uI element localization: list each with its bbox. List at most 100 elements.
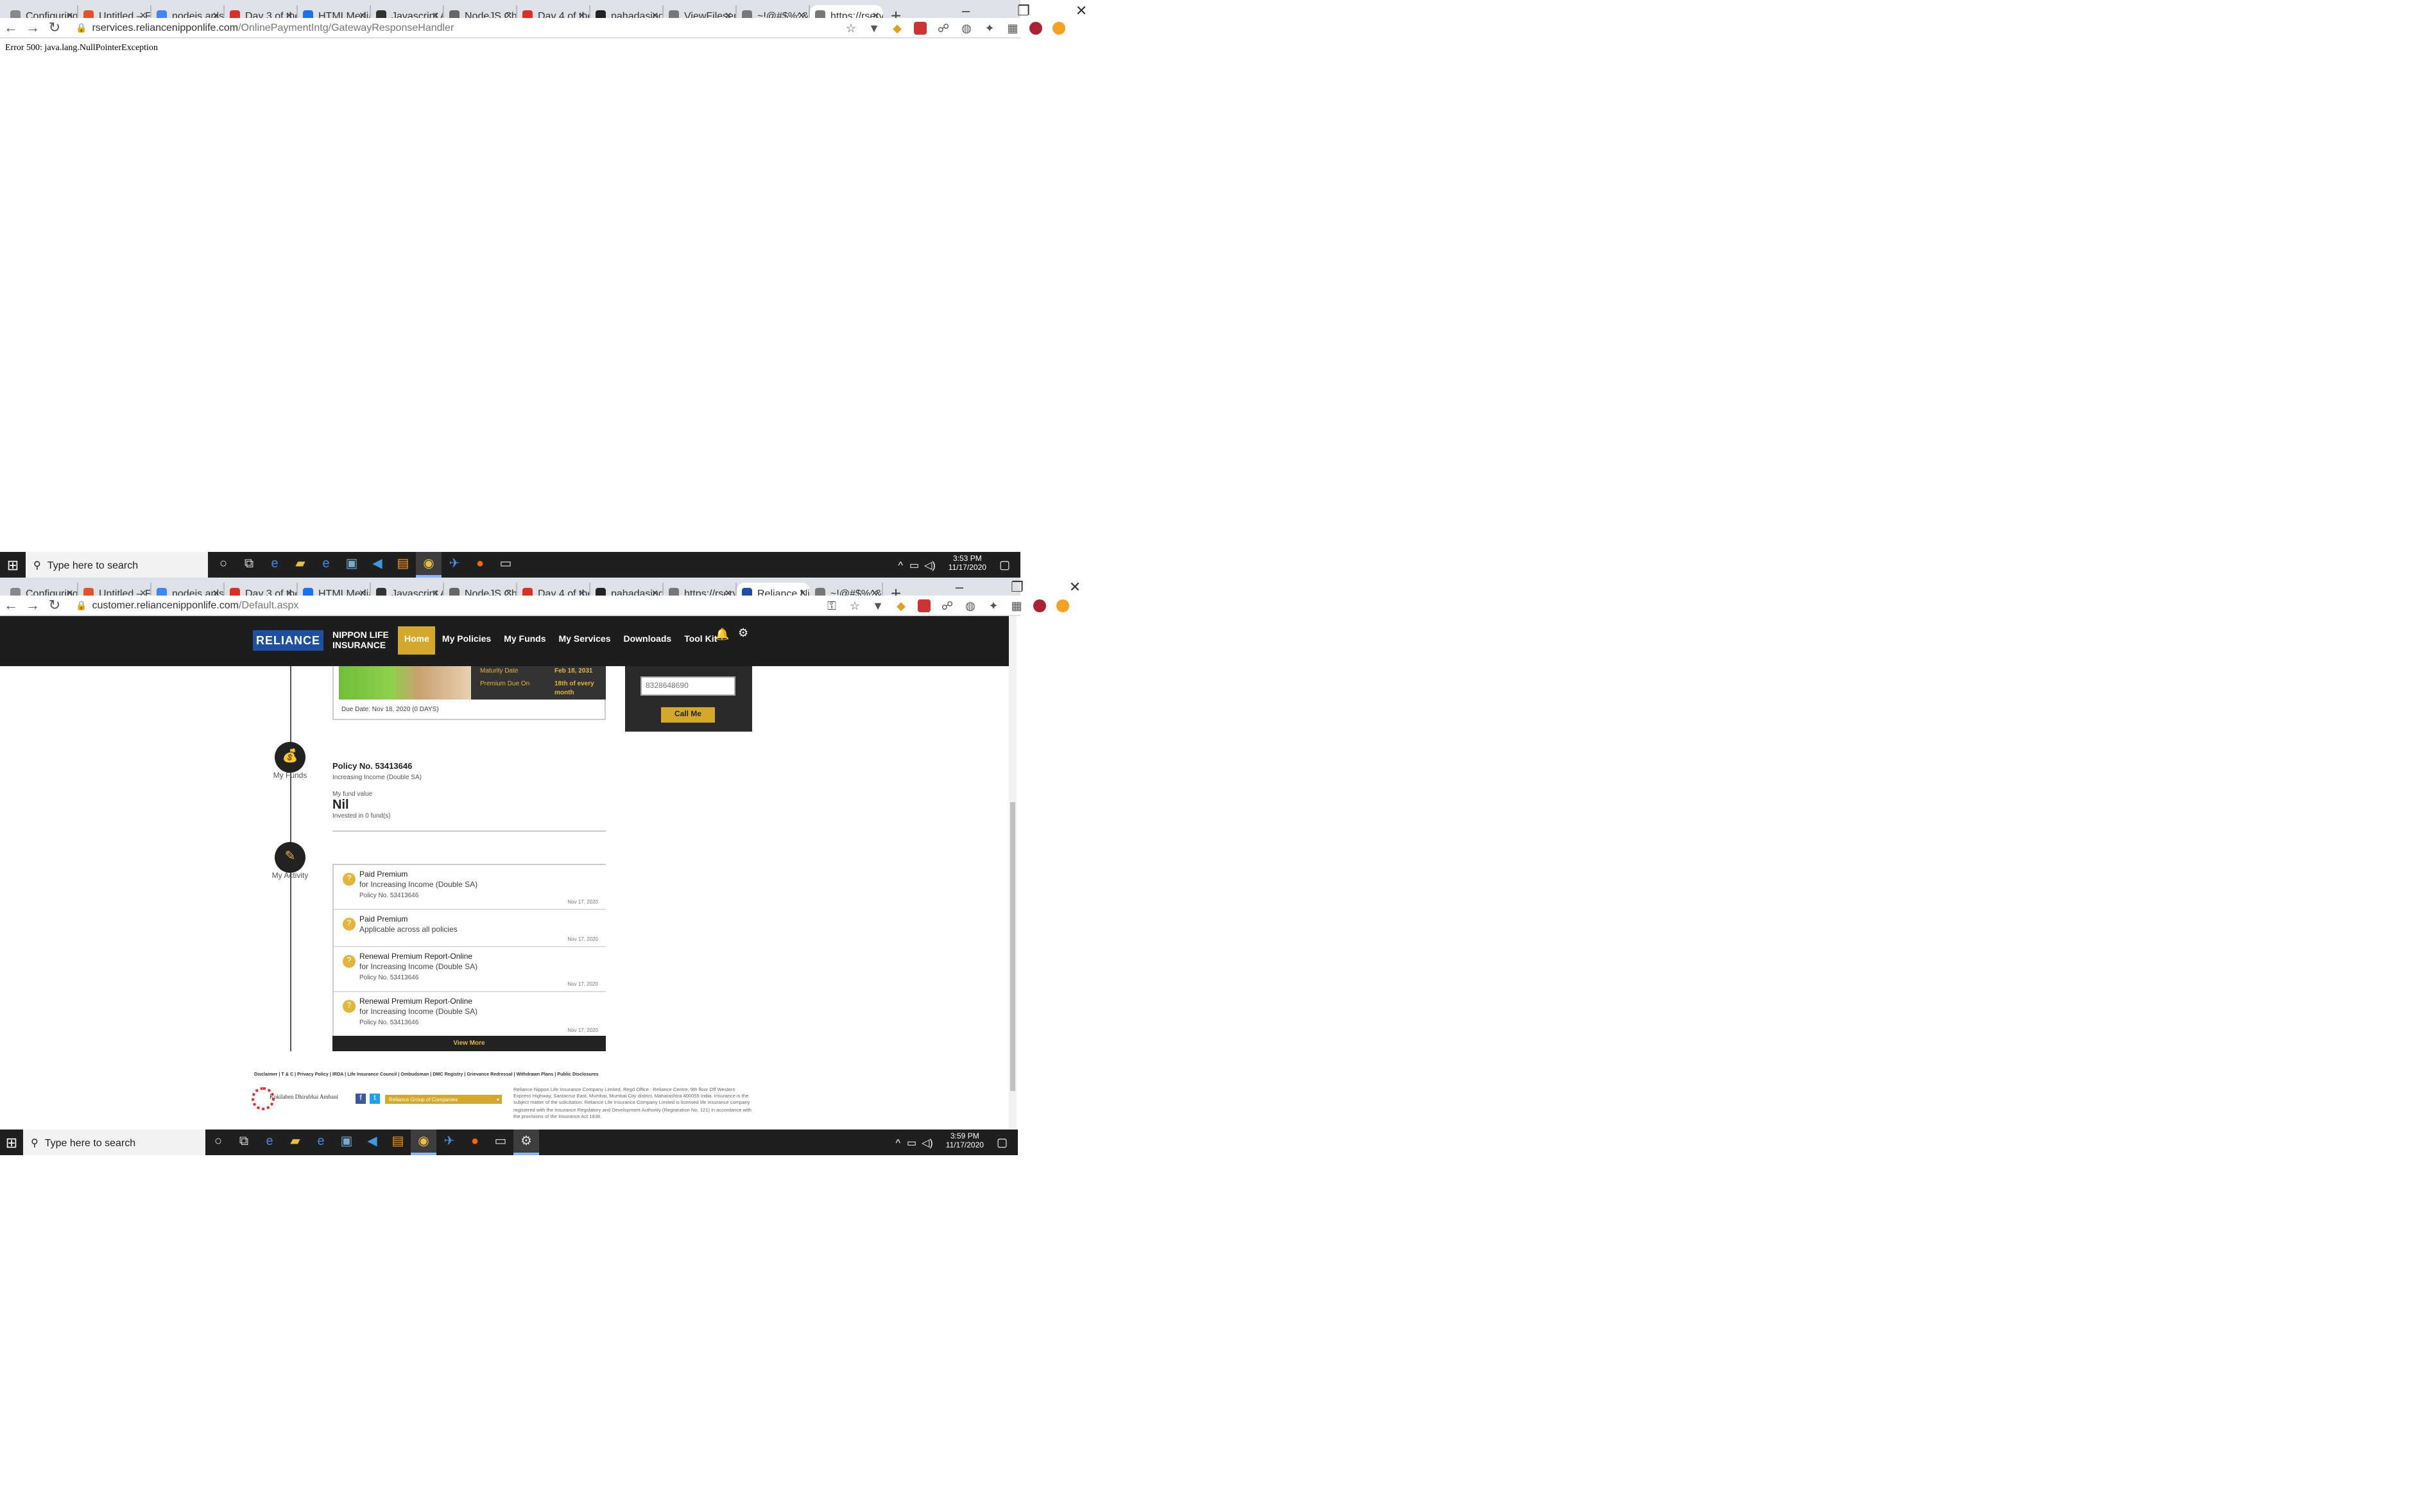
windows-start-icon[interactable]: ⊞: [0, 556, 26, 573]
app-icon[interactable]: ✈: [436, 1130, 462, 1155]
edge-icon[interactable]: e: [257, 1130, 282, 1155]
task-view-icon[interactable]: ⧉: [236, 552, 262, 578]
vscode-icon[interactable]: ◀: [359, 1130, 385, 1155]
network-icon[interactable]: ▭: [909, 559, 919, 571]
menu-downloads[interactable]: Downloads: [617, 626, 678, 655]
puzzle-icon[interactable]: ✦: [987, 599, 1000, 612]
store-icon[interactable]: ▣: [334, 1130, 359, 1155]
avatar[interactable]: [1029, 22, 1042, 35]
taskbar-search[interactable]: ⚲ Type here to search: [23, 1130, 205, 1155]
funds-icon[interactable]: 💰: [275, 742, 305, 773]
scrollbar-thumb[interactable]: [1010, 802, 1015, 1091]
volume-icon[interactable]: ◁): [922, 1137, 933, 1148]
gear-icon[interactable]: ⚙: [738, 626, 748, 640]
app-icon[interactable]: ✈: [442, 552, 467, 578]
extension-icon[interactable]: ◍: [964, 599, 977, 612]
chevron-up-icon[interactable]: ^: [895, 1137, 900, 1148]
my-activity-label[interactable]: My Activity: [258, 873, 322, 881]
postman-icon[interactable]: ●: [462, 1130, 488, 1155]
update-icon[interactable]: [1056, 599, 1069, 612]
reload-icon[interactable]: ↻: [44, 19, 65, 36]
ie-icon[interactable]: e: [313, 552, 339, 578]
windows-start-icon[interactable]: ⊞: [0, 1134, 23, 1151]
reload-icon[interactable]: ↻: [44, 597, 65, 614]
facebook-icon[interactable]: f: [356, 1094, 366, 1104]
twitter-icon[interactable]: t: [370, 1094, 380, 1104]
cortana-icon[interactable]: ○: [205, 1130, 231, 1155]
ie-icon[interactable]: e: [308, 1130, 334, 1155]
vscode-icon[interactable]: ◀: [365, 552, 390, 578]
activity-item[interactable]: ? Paid Premium for Increasing Income (Do…: [334, 865, 606, 910]
url-field[interactable]: customer.reliancenipponlife.com/Default.…: [92, 599, 298, 611]
my-funds-label[interactable]: My Funds: [258, 773, 322, 780]
taskbar-search[interactable]: ⚲ Type here to search: [26, 552, 208, 578]
address-bar-2: ← → ↻ 🔒 customer.reliancenipponlife.com/…: [0, 596, 1069, 616]
volume-icon[interactable]: ◁): [924, 559, 936, 571]
view-more-button[interactable]: View More: [332, 1036, 606, 1051]
postman-icon[interactable]: ●: [467, 552, 493, 578]
forward-icon[interactable]: →: [22, 20, 44, 35]
activity-icon[interactable]: ✎: [275, 842, 305, 873]
file-explorer-icon[interactable]: ▰: [288, 552, 313, 578]
sublime-icon[interactable]: ▤: [385, 1130, 411, 1155]
extension-icon[interactable]: ◆: [891, 22, 904, 35]
phone-input[interactable]: 8328648690: [640, 676, 735, 696]
reliance-logo[interactable]: RELIANCE: [253, 630, 323, 651]
task-view-icon[interactable]: ⧉: [231, 1130, 257, 1155]
notifications-icon[interactable]: ▢: [997, 1135, 1008, 1149]
extension-icon[interactable]: ◍: [960, 22, 973, 35]
bell-icon[interactable]: 🔔: [715, 628, 729, 642]
sublime-icon[interactable]: ▤: [390, 552, 416, 578]
kokilaben-logo[interactable]: Kokilaben Dhirubhai Ambani: [252, 1087, 339, 1113]
avatar[interactable]: [1033, 599, 1046, 612]
close-icon[interactable]: ✕: [1046, 576, 1104, 602]
activity-item[interactable]: ? Paid Premium Applicable across all pol…: [334, 910, 606, 947]
settings-app-icon[interactable]: ⚙: [513, 1130, 539, 1155]
url-field[interactable]: rservices.reliancenipponlife.com/OnlineP…: [92, 22, 454, 33]
forward-icon[interactable]: →: [22, 597, 44, 613]
search-icon: ⚲: [33, 559, 41, 571]
chevron-up-icon[interactable]: ^: [898, 559, 903, 571]
grid-icon[interactable]: ▦: [1010, 599, 1023, 612]
page-scrollbar[interactable]: [1009, 616, 1017, 1130]
network-icon[interactable]: ▭: [907, 1137, 916, 1148]
notifications-icon[interactable]: ▢: [999, 558, 1010, 572]
extension-icon[interactable]: ☍: [941, 599, 954, 612]
grid-icon[interactable]: ▦: [1006, 22, 1019, 35]
filter-icon[interactable]: ▼: [872, 599, 884, 612]
file-explorer-icon[interactable]: ▰: [282, 1130, 308, 1155]
filter-icon[interactable]: ▼: [868, 22, 880, 35]
terminal-icon[interactable]: ▭: [493, 552, 519, 578]
group-companies-select[interactable]: Reliance Group of Companies ▾: [385, 1095, 502, 1104]
extension-icon[interactable]: ☍: [937, 22, 950, 35]
back-icon[interactable]: ←: [0, 597, 22, 613]
lock-icon[interactable]: 🔒: [76, 22, 87, 33]
clock[interactable]: 3:59 PM 11/17/2020: [946, 1133, 984, 1151]
star-icon[interactable]: ☆: [848, 599, 861, 612]
extension-icon[interactable]: [918, 599, 931, 612]
extension-icon[interactable]: ◆: [895, 599, 907, 612]
edge-icon[interactable]: e: [262, 552, 288, 578]
menu-my-policies[interactable]: My Policies: [436, 626, 497, 655]
update-icon[interactable]: [1052, 22, 1065, 35]
key-icon[interactable]: ⚿: [825, 599, 838, 612]
back-icon[interactable]: ←: [0, 20, 22, 35]
activity-item[interactable]: ? Renewal Premium Report-Online for Incr…: [334, 947, 606, 992]
activity-item[interactable]: ? Renewal Premium Report-Online for Incr…: [334, 992, 606, 1037]
call-me-button[interactable]: Call Me: [661, 707, 715, 723]
chrome-icon[interactable]: ◉: [416, 552, 442, 578]
extension-icon[interactable]: [914, 22, 927, 35]
terminal-icon[interactable]: ▭: [488, 1130, 513, 1155]
store-icon[interactable]: ▣: [339, 552, 365, 578]
menu-my-funds[interactable]: My Funds: [497, 626, 552, 655]
star-icon[interactable]: ☆: [845, 22, 857, 35]
screenshot-root: Configuring t×Untitled – Figr×nodejs api…: [0, 0, 2431, 1512]
puzzle-icon[interactable]: ✦: [983, 22, 996, 35]
chrome-icon[interactable]: ◉: [411, 1130, 436, 1155]
footer-links[interactable]: Disclaimer | T & C | Privacy Policy | IR…: [254, 1072, 599, 1077]
menu-home[interactable]: Home: [398, 626, 436, 655]
lock-icon[interactable]: 🔒: [76, 600, 87, 610]
menu-my-services[interactable]: My Services: [553, 626, 617, 655]
clock[interactable]: 3:53 PM 11/17/2020: [949, 556, 986, 574]
cortana-icon[interactable]: ○: [210, 552, 236, 578]
